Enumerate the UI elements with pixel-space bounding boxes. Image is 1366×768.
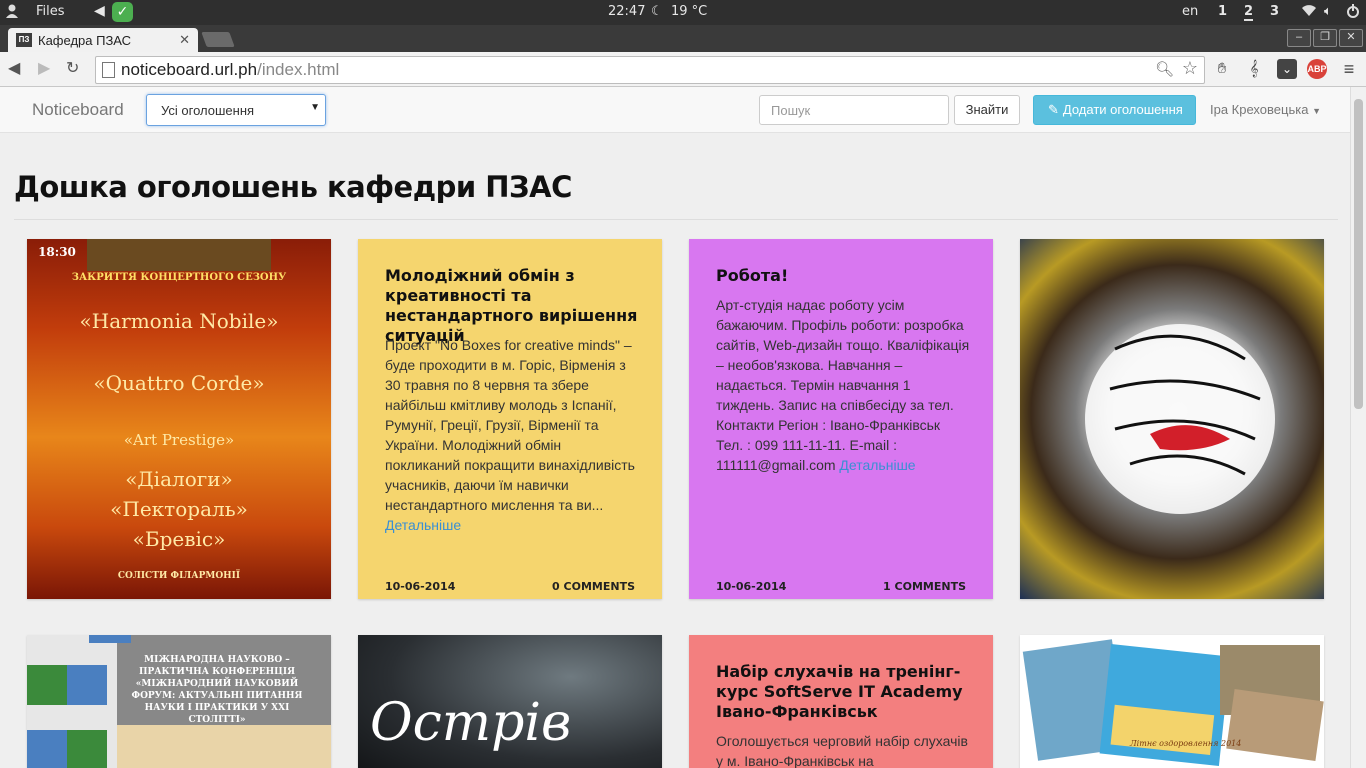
notice-card-calligraphy-image[interactable] [1020, 239, 1324, 599]
back-icon[interactable]: ◀ [8, 58, 20, 78]
pencil-icon: ✎ [1048, 102, 1059, 117]
bookmark-star-icon[interactable]: ☆ [1182, 58, 1198, 79]
scrollbar-thumb[interactable] [1354, 99, 1363, 409]
poster-line: СОЛІСТИ ФІЛАРМОНІЇ [117, 571, 241, 581]
browser-menu-icon[interactable]: ≡ [1339, 59, 1359, 79]
poster-line: ЗАКРИТТЯ КОНЦЕРТНОГО СЕЗОНУ [71, 272, 287, 283]
add-notice-button[interactable]: ✎ Додати оголошення [1033, 95, 1196, 125]
island-title: Острів [370, 693, 572, 753]
search-button[interactable]: Знайти [954, 95, 1020, 125]
back-arrow-icon[interactable]: ◀ [94, 3, 105, 19]
search-input[interactable] [759, 95, 949, 125]
page-scrollbar[interactable] [1350, 87, 1366, 768]
notice-card-exchange[interactable]: Молодіжний обмін з креативності та неста… [358, 239, 662, 599]
poster-line: «Art Prestige» [123, 431, 235, 449]
notice-card-concert-poster[interactable]: 18:30 ЗАКРИТТЯ КОНЦЕРТНОГО СЕЗОНУ «Harmo… [27, 239, 331, 599]
notice-card-softserve[interactable]: Набір слухачів на тренінг-курс SoftServe… [689, 635, 993, 768]
clock[interactable]: 22:47 [608, 4, 645, 19]
divider [14, 219, 1338, 220]
workspace-1[interactable]: 1 [1218, 4, 1227, 19]
reload-icon[interactable]: ↻ [66, 58, 79, 78]
notice-card-island-image[interactable]: Острів [358, 635, 662, 768]
read-more-link[interactable]: Детальніше [385, 517, 461, 533]
page-icon [102, 62, 115, 78]
poster-line: «Діалоги» [125, 467, 233, 491]
tab-close-icon[interactable]: ✕ [179, 32, 190, 48]
user-icon[interactable] [5, 3, 19, 23]
extension-clef-icon[interactable]: 𝄞 [1244, 59, 1264, 79]
user-menu[interactable]: Іра Креховецька ▼ [1210, 102, 1321, 117]
files-menu[interactable]: Files [36, 4, 65, 19]
weather[interactable]: 19 °C [671, 4, 707, 19]
page-title: Дошка оголошень кафедри ПЗАС [14, 170, 572, 204]
notice-text: Оголошується черговий набір слухачів у м… [716, 733, 968, 768]
site-navbar: Noticeboard Усі оголошення ▼ Знайти ✎Дод… [0, 87, 1350, 133]
notice-date: 10-06-2014 [716, 580, 787, 593]
notice-text: Проект "No Boxes for creative minds" – б… [385, 337, 635, 533]
volume-icon[interactable]: 🔈︎ [1324, 4, 1332, 19]
summer-artwork [1022, 639, 1324, 766]
forward-icon[interactable]: ▶ [38, 58, 50, 78]
filter-select-value: Усі оголошення [161, 103, 255, 118]
caret-down-icon: ▼ [1312, 106, 1321, 116]
maximize-window-icon[interactable]: ❐ [1313, 29, 1337, 47]
notice-card-summer-image[interactable]: Літнє оздоровлення 2014 [1020, 635, 1324, 768]
notice-date: 10-06-2014 [385, 580, 456, 593]
check-icon[interactable]: ✓ [112, 2, 133, 22]
poster-line: «Quattro Corde» [93, 371, 265, 395]
caret-down-icon: ▼ [310, 102, 320, 113]
notice-card-conference-image[interactable]: МІЖНАРОДНА НАУКОВО – ПРАКТИЧНА КОНФЕРЕНЦ… [27, 635, 331, 768]
poster-time: 18:30 [38, 245, 76, 259]
moon-icon: ☾ [651, 4, 663, 19]
notice-comments[interactable]: 0 COMMENTS [552, 580, 635, 593]
tab-title: Кафедра ПЗАС [38, 33, 132, 48]
notice-text: Арт-студія надає роботу усім бажаючим. П… [716, 297, 970, 473]
calligraphy-artwork [1085, 324, 1275, 514]
summer-caption: Літнє оздоровлення 2014 [1130, 739, 1242, 748]
close-window-icon[interactable]: ✕ [1339, 29, 1363, 47]
workspace-3[interactable]: 3 [1270, 4, 1279, 19]
poster-line: «Бревіс» [132, 527, 226, 551]
filter-select[interactable]: Усі оголошення ▼ [146, 94, 326, 126]
pocket-icon[interactable]: ⌄ [1277, 59, 1297, 79]
zoom-search-icon[interactable]: 🔍︎ [1155, 60, 1174, 78]
adblock-icon[interactable]: ABP [1307, 59, 1327, 79]
poster-line: «Пектораль» [110, 497, 248, 521]
minimize-window-icon[interactable]: – [1287, 29, 1311, 47]
add-notice-label: Додати оголошення [1062, 102, 1183, 117]
address-bar[interactable]: noticeboard.url.ph/index.html 🔍︎ ☆ [95, 56, 1205, 84]
brand[interactable]: Noticeboard [32, 100, 124, 120]
notice-card-job[interactable]: Робота! Арт-студія надає роботу усім баж… [689, 239, 993, 599]
poster-line: «Harmonia Nobile» [79, 309, 279, 333]
keyboard-layout[interactable]: en [1182, 4, 1198, 19]
favicon-icon: ПЗ [16, 33, 32, 47]
wifi-icon[interactable] [1301, 3, 1317, 21]
new-tab-button[interactable] [201, 32, 235, 47]
power-icon[interactable] [1346, 3, 1360, 23]
workspace-2[interactable]: 2 [1244, 4, 1254, 21]
notice-title[interactable]: Набір слухачів на тренінг-курс SoftServe… [716, 662, 971, 722]
read-more-link[interactable]: Детальніше [839, 457, 915, 473]
extension-hand-icon[interactable]: ✋︎ [1212, 59, 1232, 79]
browser-toolbar: ◀ ▶ ↻ noticeboard.url.ph/index.html 🔍︎ ☆ [0, 52, 1366, 87]
browser-tab[interactable]: ПЗ Кафедра ПЗАС ✕ [8, 28, 198, 52]
notice-title[interactable]: Робота! [716, 266, 971, 286]
conference-text: МІЖНАРОДНА НАУКОВО – ПРАКТИЧНА КОНФЕРЕНЦ… [131, 655, 303, 725]
notice-comments[interactable]: 1 COMMENTS [883, 580, 966, 593]
notice-title[interactable]: Молодіжний обмін з креативності та неста… [385, 266, 640, 346]
os-top-bar: Files ◀ ✓ 22:47 ☾ 19 °C en 1 2 3 🔈︎ [0, 0, 1366, 25]
url-text[interactable]: noticeboard.url.ph/index.html [121, 60, 339, 80]
